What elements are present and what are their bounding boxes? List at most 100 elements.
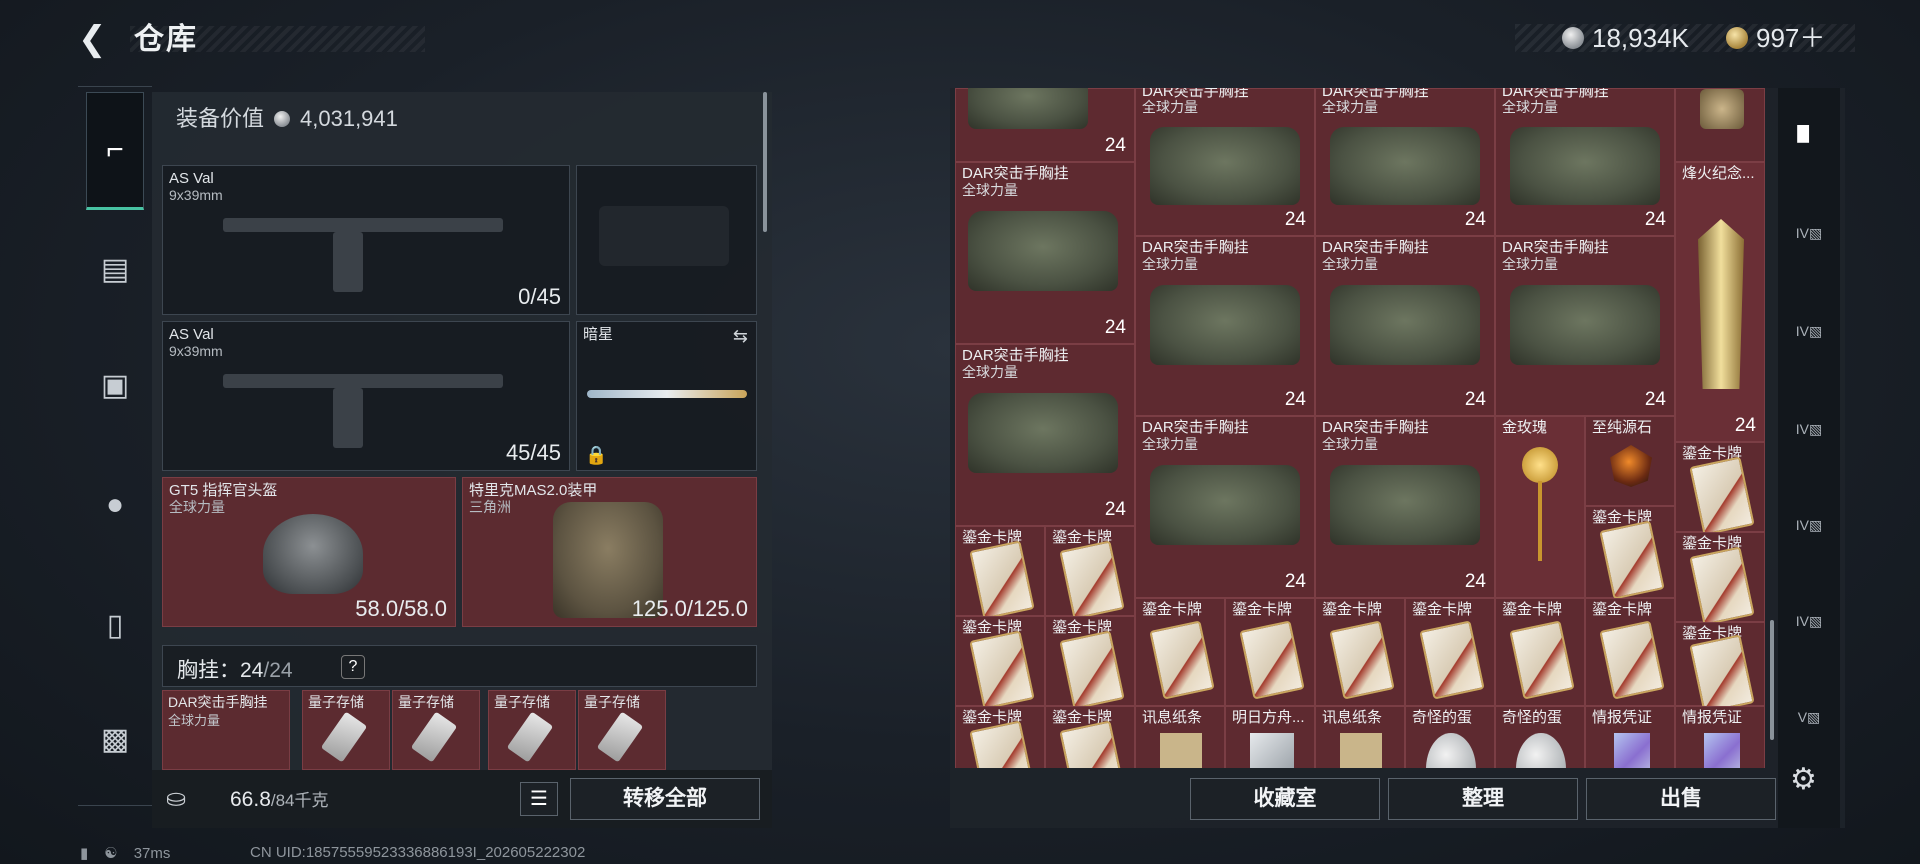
rail-armor-tab[interactable]: ▣ [86, 356, 144, 414]
rifle-image [223, 218, 503, 232]
status-bar: ▮ ☯ 37ms [80, 844, 171, 863]
case-icon: ▯ [106, 608, 124, 642]
strange-egg-item[interactable]: 奇怪的蛋 [1405, 706, 1495, 768]
gold-rose-image [1522, 447, 1558, 483]
stash-item[interactable]: DAR突击手胸挂 全球力量 24 [955, 344, 1135, 526]
message-note-item[interactable]: 讯息纸条 [1135, 706, 1225, 768]
quantum-storage-item[interactable]: 量子存储 [488, 690, 576, 770]
pistol-silhouette-icon [599, 206, 729, 266]
rifle-magazine-image [333, 388, 363, 448]
gilded-card-item[interactable]: 鎏金卡牌 [1045, 706, 1135, 768]
trophy-item[interactable]: 烽火纪念... 24 [1675, 162, 1765, 442]
settings-gear-icon[interactable]: ⚙ [1790, 762, 1817, 797]
gilded-card-item[interactable]: 鎏金卡牌 [1675, 622, 1765, 714]
back-arrow-icon[interactable]: ❮ [78, 20, 114, 58]
rail-case-tab[interactable]: ▯ [86, 596, 144, 654]
gilded-card-item[interactable]: 鎏金卡牌 [1405, 598, 1495, 706]
weapon-name: AS Val [169, 170, 214, 187]
transfer-all-button[interactable]: 转移全部 [570, 778, 760, 820]
rail-vest-tab[interactable]: ▤ [86, 240, 144, 298]
stash-item[interactable]: DAR突击手胸挂 全球力量 24 [1315, 88, 1495, 236]
helmet-slot[interactable]: GT5 指挥官头盔 全球力量 58.0/58.0 [162, 477, 456, 627]
container-tab[interactable]: IV ▧ [1782, 206, 1836, 260]
loadout-scrollbar[interactable] [763, 92, 767, 232]
stash-item[interactable]: DAR突击手胸挂 全球力量 24 [1135, 236, 1315, 416]
gilded-card-item[interactable]: 鎏金卡牌 [1585, 598, 1675, 706]
stash-item[interactable]: DAR突击手胸挂 全球力量 24 [955, 162, 1135, 344]
gilded-card-item[interactable]: 鎏金卡牌 [955, 616, 1045, 710]
melee-slot[interactable]: 暗星 ⇆ 🔒 [576, 321, 757, 471]
stash-item[interactable]: DAR突击手胸挂 全球力量 24 [1135, 88, 1315, 236]
gilded-card-item[interactable]: 鎏金卡牌 [1675, 532, 1765, 626]
gilded-card-item[interactable]: 鎏金卡牌 [1135, 598, 1225, 706]
stash-item[interactable]: DAR突击手胸挂 全球力量 24 [1495, 88, 1675, 236]
chest-rig-header: 胸挂：24/24 ? [162, 645, 757, 687]
swap-icon[interactable]: ⇆ [733, 326, 748, 347]
gold-rose-item[interactable]: 金玫瑰 [1495, 416, 1585, 598]
pure-source-stone-item[interactable]: 至纯源石 [1585, 416, 1675, 506]
chest-rig-item[interactable]: DAR突击手胸挂 全球力量 [162, 690, 290, 770]
strange-egg-item[interactable]: 奇怪的蛋 [1495, 706, 1585, 768]
ammo-count: 0/45 [518, 284, 561, 309]
arknights-item[interactable]: 明日方舟... [1225, 706, 1315, 768]
message-note-item[interactable]: 讯息纸条 [1315, 706, 1405, 768]
stash-item[interactable]: DAR突击手胸挂 全球力量 24 [1495, 236, 1675, 416]
equipment-value: 装备价值 4,031,941 [176, 104, 398, 134]
weapon-caliber: 9x39mm [169, 343, 223, 359]
container-tab[interactable]: IV ▧ [1782, 402, 1836, 456]
quantum-storage-item[interactable]: 量子存储 [392, 690, 480, 770]
stash-item[interactable]: DAR突击手胸挂 全球力量 24 [1135, 416, 1315, 598]
pistol-slot-empty[interactable] [576, 165, 757, 315]
armor-slot[interactable]: 特里克MAS2.0装甲 三角洲 125.0/125.0 [462, 477, 757, 627]
sort-button[interactable]: 整理 [1388, 778, 1578, 820]
sell-button[interactable]: 出售 [1586, 778, 1776, 820]
trophy-image [1698, 219, 1744, 389]
gilded-card-item[interactable]: 鎏金卡牌 [955, 526, 1045, 620]
help-icon[interactable]: ? [341, 655, 365, 679]
user-id: CN UID:18575559523336886193I_20260522230… [250, 844, 586, 861]
silver-amount: 18,934K [1592, 23, 1689, 53]
carry-weight: 66.8/84千克 [230, 788, 329, 811]
container-tab[interactable]: IV ▧ [1782, 304, 1836, 358]
gilded-card-item[interactable]: 鎏金卡牌 [1225, 598, 1315, 706]
quantum-storage-item[interactable]: 量子存储 [302, 690, 390, 770]
intel-voucher-item[interactable]: 情报凭证 [1585, 706, 1675, 768]
stash-grid: 24 DAR突击手胸挂 全球力量 24 DAR突击手胸挂 全球力量 24 DAR… [955, 88, 1765, 768]
gilded-card-item[interactable]: 鎏金卡牌 [1045, 526, 1135, 620]
gilded-card-item[interactable]: 鎏金卡牌 [1585, 506, 1675, 600]
egg-image [1516, 733, 1566, 768]
primary-weapon-slot[interactable]: AS Val 9x39mm 0/45 [162, 165, 570, 315]
stash-item[interactable]: DAR突击手胸挂 全球力量 24 [1315, 236, 1495, 416]
stash-item[interactable]: DAR突击手胸挂 全球力量 24 [1315, 416, 1495, 598]
page-title: 仓库 [134, 23, 198, 56]
pistol-icon: ⌐ [106, 133, 124, 166]
helmet-image [263, 514, 363, 594]
battery-icon: ▮ [80, 845, 89, 862]
armor-durability: 125.0/125.0 [631, 596, 748, 621]
stash-item[interactable]: 24 [955, 88, 1135, 162]
stash-item[interactable] [1675, 88, 1765, 162]
stash-scrollbar[interactable] [1770, 620, 1774, 740]
gilded-card-item[interactable]: 鎏金卡牌 [1315, 598, 1405, 706]
gilded-card-item[interactable]: 鎏金卡牌 [955, 706, 1045, 768]
container-tab[interactable]: V ▧ [1782, 690, 1836, 744]
backpack-icon: ● [105, 488, 125, 521]
rail-backpack-tab[interactable]: ● [86, 476, 144, 534]
rail-toolbox-tab[interactable]: ▩ [86, 710, 144, 768]
rail-weapons-tab[interactable]: ⌐ [86, 92, 144, 210]
list-view-button[interactable]: ☰ [520, 782, 558, 816]
gold-currency[interactable]: 997＋ [1726, 22, 1825, 54]
intel-voucher-item[interactable]: 情报凭证 [1675, 706, 1765, 768]
container-tab[interactable]: IV ▧ [1782, 498, 1836, 552]
gilded-card-item[interactable]: 鎏金卡牌 [1045, 616, 1135, 710]
stash-icon[interactable]: ▘ [1782, 116, 1836, 170]
quantum-storage-item[interactable]: 量子存储 [578, 690, 666, 770]
collection-room-button[interactable]: 收藏室 [1190, 778, 1380, 820]
knife-image [587, 390, 747, 398]
container-tab[interactable]: IV ▧ [1782, 594, 1836, 648]
ping-value: 37ms [133, 844, 171, 862]
secondary-weapon-slot[interactable]: AS Val 9x39mm 45/45 [162, 321, 570, 471]
gilded-card-item[interactable]: 鎏金卡牌 [1675, 442, 1765, 536]
intel-image [1614, 733, 1650, 768]
gilded-card-item[interactable]: 鎏金卡牌 [1495, 598, 1585, 706]
